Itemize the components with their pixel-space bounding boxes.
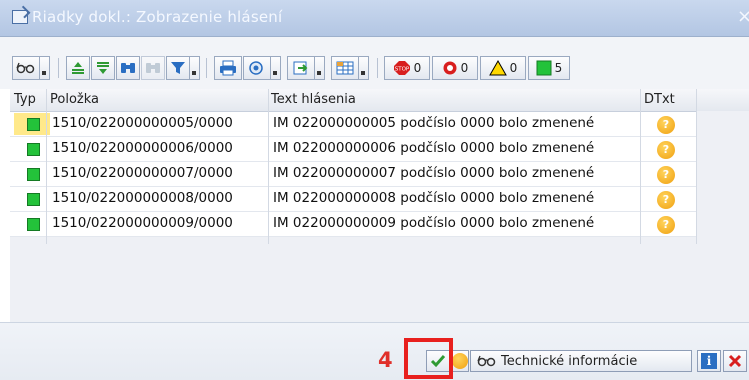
success-messages-button[interactable]: 5 bbox=[528, 56, 570, 80]
long-text-help-icon[interactable]: ? bbox=[657, 141, 675, 159]
layout-dropdown[interactable] bbox=[359, 56, 369, 80]
cell-text: IM 022000000009 podčíslo 0000 bolo zmene… bbox=[273, 215, 595, 231]
long-text-help-icon[interactable]: ? bbox=[657, 166, 675, 184]
detail-glasses-button[interactable] bbox=[12, 56, 40, 80]
help-button[interactable] bbox=[451, 350, 469, 372]
detail-dropdown[interactable] bbox=[40, 56, 50, 80]
print-icon[interactable] bbox=[214, 56, 242, 80]
export-icon[interactable] bbox=[287, 56, 315, 80]
warning-count: 0 bbox=[509, 61, 518, 75]
view-dropdown[interactable] bbox=[271, 56, 281, 80]
filter-icon[interactable] bbox=[166, 56, 190, 80]
long-text-help-icon[interactable]: ? bbox=[657, 116, 675, 134]
help-icon bbox=[452, 353, 468, 369]
svg-text:STOP: STOP bbox=[394, 67, 409, 73]
step-number-annotation: 4 bbox=[378, 348, 393, 372]
cell-text: IM 022000000008 podčíslo 0000 bolo zmene… bbox=[273, 190, 595, 206]
cell-text: IM 022000000005 podčíslo 0000 bolo zmene… bbox=[273, 115, 595, 131]
close-icon[interactable]: × bbox=[737, 6, 749, 27]
warning-messages-button[interactable]: 0 bbox=[480, 56, 526, 80]
long-text-help-icon[interactable]: ? bbox=[657, 216, 675, 234]
column-header-text[interactable]: Text hlásenia bbox=[271, 92, 356, 107]
grid-empty-area bbox=[696, 111, 749, 322]
column-header-polozka[interactable]: Položka bbox=[50, 92, 99, 107]
stop-count: 0 bbox=[413, 61, 422, 75]
window-icon bbox=[12, 10, 28, 24]
find-binoculars-icon[interactable] bbox=[116, 56, 140, 80]
layout-icon[interactable] bbox=[331, 56, 359, 80]
toolbar-separator bbox=[206, 58, 207, 78]
cell-text: IM 022000000006 podčíslo 0000 bolo zmene… bbox=[273, 140, 595, 156]
find-next-icon[interactable] bbox=[141, 56, 165, 80]
export-dropdown[interactable] bbox=[315, 56, 325, 80]
cell-item: 1510/022000000007/0000 bbox=[52, 165, 233, 181]
column-header-dtxt[interactable]: DTxt bbox=[644, 92, 675, 107]
column-divider bbox=[46, 89, 47, 244]
error-count: 0 bbox=[460, 61, 469, 75]
stop-messages-button[interactable]: STOP 0 bbox=[384, 56, 430, 80]
view-icon[interactable] bbox=[243, 56, 271, 80]
cancel-button[interactable] bbox=[723, 350, 747, 372]
column-header-typ[interactable]: Typ bbox=[14, 92, 36, 107]
success-status-icon bbox=[27, 143, 40, 156]
window-title: Riadky dokl.: Zobrazenie hlásení bbox=[32, 8, 283, 26]
cell-item: 1510/022000000005/0000 bbox=[52, 115, 233, 131]
info-icon: i bbox=[701, 353, 717, 369]
cell-item: 1510/022000000008/0000 bbox=[52, 190, 233, 206]
column-divider bbox=[640, 89, 641, 244]
cell-text: IM 022000000007 podčíslo 0000 bolo zmene… bbox=[273, 165, 595, 181]
success-status-icon bbox=[27, 218, 40, 231]
success-status-icon bbox=[27, 118, 40, 131]
grid-header bbox=[10, 89, 749, 112]
glasses-icon bbox=[477, 355, 496, 367]
filter-dropdown[interactable] bbox=[190, 56, 200, 80]
step-highlight-box bbox=[404, 338, 453, 379]
error-messages-button[interactable]: 0 bbox=[432, 56, 478, 80]
sort-descending-button[interactable] bbox=[91, 56, 115, 80]
success-status-icon bbox=[27, 193, 40, 206]
cell-item: 1510/022000000006/0000 bbox=[52, 140, 233, 156]
long-text-help-icon[interactable]: ? bbox=[657, 191, 675, 209]
toolbar-separator bbox=[377, 58, 378, 78]
success-count: 5 bbox=[554, 61, 563, 75]
sort-ascending-button[interactable] bbox=[66, 56, 90, 80]
cell-item: 1510/022000000009/0000 bbox=[52, 215, 233, 231]
technical-info-label: Technické informácie bbox=[501, 353, 638, 369]
toolbar-separator bbox=[58, 58, 59, 78]
column-divider bbox=[696, 89, 697, 244]
info-button[interactable]: i bbox=[697, 350, 721, 372]
technical-info-button[interactable]: Technické informácie bbox=[470, 350, 692, 372]
column-divider bbox=[268, 89, 269, 244]
success-status-icon bbox=[27, 168, 40, 181]
cancel-icon bbox=[728, 354, 742, 368]
